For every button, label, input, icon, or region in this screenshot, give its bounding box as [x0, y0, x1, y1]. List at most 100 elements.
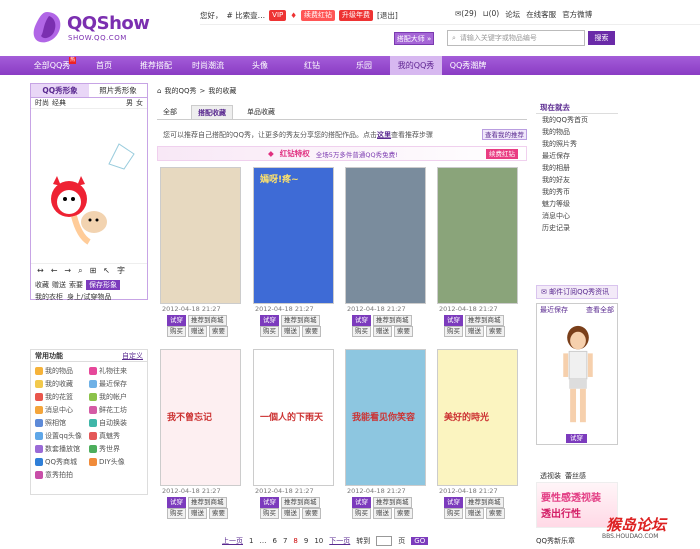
quick-link[interactable]: 我的相册	[536, 162, 618, 174]
gift-button[interactable]: 赠送	[373, 508, 392, 519]
buy-button[interactable]: 购买	[260, 326, 279, 337]
nav-home[interactable]: 首页	[78, 56, 130, 75]
func-item[interactable]: 我的帐户	[89, 391, 143, 402]
dress-master-button[interactable]: 搭配大师 »	[394, 32, 434, 45]
gift-button[interactable]: 赠送	[465, 508, 484, 519]
try-button[interactable]: 试穿	[260, 315, 279, 326]
quick-link[interactable]: 我的QQ秀首页	[536, 114, 618, 126]
recommend-button[interactable]: 推荐到商城	[188, 315, 227, 326]
quick-link[interactable]: 我的照片秀	[536, 138, 618, 150]
ask-button[interactable]: 索要	[486, 508, 505, 519]
renew-red-diamond-button[interactable]: 续费红钻	[486, 149, 518, 159]
view-recommend-button[interactable]: 查看我的推荐	[482, 129, 527, 140]
new-chapter-link[interactable]: QQ秀新乐章	[536, 536, 575, 546]
quick-link[interactable]: 我的秀币	[536, 186, 618, 198]
ask-button[interactable]: 索要	[394, 508, 413, 519]
tab-photo-avatar[interactable]: 照片秀形象	[89, 84, 147, 97]
tab-all[interactable]: 全部	[157, 105, 183, 119]
ask-button[interactable]: 索要	[69, 280, 83, 290]
try-button[interactable]: 试穿	[260, 497, 279, 508]
style-fashion[interactable]: 时尚	[35, 98, 49, 108]
here-link[interactable]: 这里	[377, 131, 391, 139]
wearing-items-button[interactable]: 身上/试穿物品	[67, 292, 111, 302]
buy-button[interactable]: 购买	[352, 326, 371, 337]
rotate-icon[interactable]: ↔	[37, 266, 44, 275]
gender-female[interactable]: 女	[136, 98, 143, 108]
service-link[interactable]: 在线客服	[526, 9, 556, 20]
outfit-thumbnail[interactable]: 我能看见你笑容	[345, 349, 426, 486]
customize-link[interactable]: 自定义	[122, 351, 143, 361]
prev-page[interactable]: 上一页	[222, 536, 243, 546]
func-item[interactable]: 设置qq头像	[35, 430, 89, 441]
undo-icon[interactable]: ←	[51, 266, 58, 275]
wardrobe-button[interactable]: 我的衣柜	[35, 292, 63, 302]
logo-text[interactable]: QQShow	[67, 13, 150, 34]
avatar-preview[interactable]	[39, 124, 139, 254]
ask-button[interactable]: 索要	[302, 326, 321, 337]
breadcrumb-my-qqshow[interactable]: 我的QQ秀	[164, 86, 196, 96]
page-link[interactable]: 9	[304, 537, 308, 545]
nav-all[interactable]: 全部QQ秀热	[26, 56, 78, 75]
buy-button[interactable]: 购买	[444, 326, 463, 337]
func-item[interactable]: 我的收藏	[35, 378, 89, 389]
buy-button[interactable]: 购买	[260, 508, 279, 519]
recommend-button[interactable]: 推荐到商城	[465, 315, 504, 326]
quick-link[interactable]: 我的物品	[536, 126, 618, 138]
buy-button[interactable]: 购买	[352, 508, 371, 519]
try-button[interactable]: 试穿	[167, 497, 186, 508]
tab-item-collection[interactable]: 单品收藏	[241, 105, 281, 119]
recommend-button[interactable]: 推荐到商城	[281, 315, 320, 326]
page-link[interactable]: 6	[272, 537, 276, 545]
gift-button[interactable]: 赠送	[188, 326, 207, 337]
recommend-button[interactable]: 推荐到商城	[465, 497, 504, 508]
pointer-icon[interactable]: ↖	[103, 266, 110, 275]
next-page[interactable]: 下一页	[329, 536, 350, 546]
view-all-link[interactable]: 查看全部	[586, 305, 614, 315]
ask-button[interactable]: 索要	[394, 326, 413, 337]
quick-link[interactable]: 历史记录	[536, 222, 618, 234]
buy-button[interactable]: 购买	[167, 508, 186, 519]
gift-button[interactable]: 赠送	[373, 326, 392, 337]
nav-red-diamond[interactable]: 红钻	[286, 56, 338, 75]
outfit-thumbnail[interactable]	[160, 167, 241, 304]
go-button[interactable]: GO	[411, 537, 429, 545]
tab-qqshow-avatar[interactable]: QQ秀形象	[31, 84, 89, 97]
text-icon[interactable]: 字	[117, 265, 125, 276]
style-classic[interactable]: 经典	[52, 98, 66, 108]
upgrade-annual-button[interactable]: 升级年费	[338, 9, 373, 21]
nav-my-qqshow[interactable]: 我的QQ秀	[390, 56, 442, 75]
func-item[interactable]: 照相馆	[35, 417, 89, 428]
try-on-button[interactable]: 试穿	[566, 434, 587, 443]
try-button[interactable]: 试穿	[444, 315, 463, 326]
collect-button[interactable]: 收藏	[35, 280, 49, 290]
gift-button[interactable]: 赠送	[188, 508, 207, 519]
func-item[interactable]: 数套播放馆	[35, 443, 89, 454]
outfit-thumbnail[interactable]	[345, 167, 426, 304]
cart-link[interactable]: ⊔(0)	[483, 9, 499, 20]
quick-link[interactable]: 魅力等级	[536, 198, 618, 210]
search-input[interactable]: ⌕ 请输入关键字或物品编号	[447, 30, 585, 46]
func-item[interactable]: 礼物往来	[89, 365, 143, 376]
gift-button[interactable]: 赠送	[281, 326, 300, 337]
func-item[interactable]: 最近保存	[89, 378, 143, 389]
try-button[interactable]: 试穿	[352, 497, 371, 508]
outfit-thumbnail[interactable]: 我不曾忘记	[160, 349, 241, 486]
buy-button[interactable]: 购买	[167, 326, 186, 337]
nav-park[interactable]: 乐园	[338, 56, 390, 75]
outfit-thumbnail[interactable]	[437, 167, 518, 304]
quick-link[interactable]: 我的好友	[536, 174, 618, 186]
quick-link[interactable]: 消息中心	[536, 210, 618, 222]
ask-button[interactable]: 索要	[302, 508, 321, 519]
func-item[interactable]: 真魅秀	[89, 430, 143, 441]
quick-link[interactable]: 最近保存	[536, 150, 618, 162]
forum-link[interactable]: 论坛	[505, 9, 520, 20]
outfit-thumbnail[interactable]: 美好的時光	[437, 349, 518, 486]
func-item[interactable]: 消息中心	[35, 404, 89, 415]
gift-button[interactable]: 赠送	[465, 326, 484, 337]
nav-recommend[interactable]: 推荐搭配	[130, 56, 182, 75]
func-item[interactable]: QQ秀商城	[35, 456, 89, 467]
try-button[interactable]: 试穿	[352, 315, 371, 326]
func-item[interactable]: DIY头像	[89, 456, 143, 467]
page-input[interactable]	[376, 536, 393, 546]
outfit-thumbnail[interactable]: 一個人的下雨天	[253, 349, 334, 486]
